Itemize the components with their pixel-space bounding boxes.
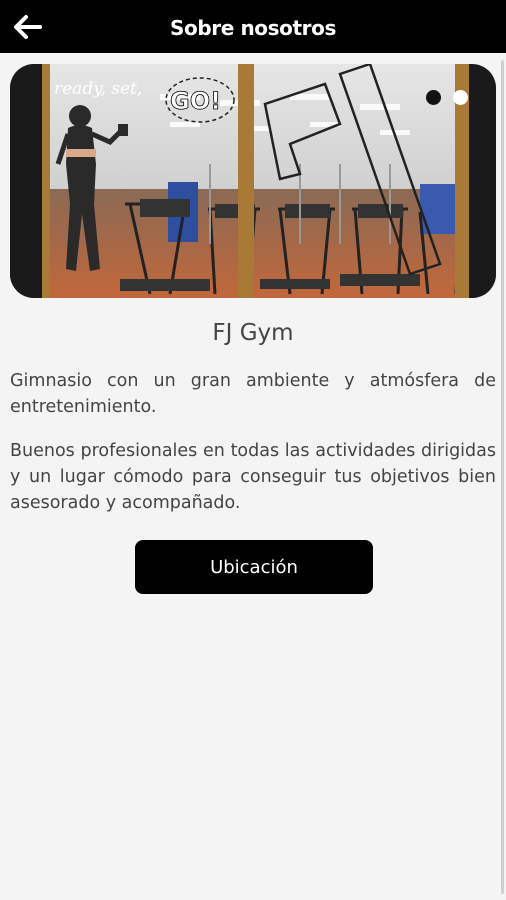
app-bar: Sobre nosotros — [0, 0, 506, 53]
gym-name: FJ Gym — [212, 320, 294, 346]
location-button[interactable]: Ubicación — [135, 540, 373, 594]
page-title: Sobre nosotros — [170, 16, 336, 40]
gym-photo: ready, set, GO! — [10, 64, 496, 298]
carousel-dot-2[interactable] — [453, 90, 468, 105]
scrollbar[interactable] — [501, 60, 504, 894]
gym-description-1: Gimnasio con un gran ambiente y atmósfer… — [10, 371, 496, 417]
carousel-dot-1[interactable] — [426, 90, 441, 105]
photo-text-line1: ready, set, — [54, 79, 142, 99]
carousel-indicators — [426, 90, 468, 105]
image-carousel[interactable]: ready, set, GO! — [10, 64, 496, 298]
photo-text-line2: GO! — [170, 87, 221, 115]
gym-description-2: Buenos profesionales en todas las activi… — [10, 441, 496, 513]
